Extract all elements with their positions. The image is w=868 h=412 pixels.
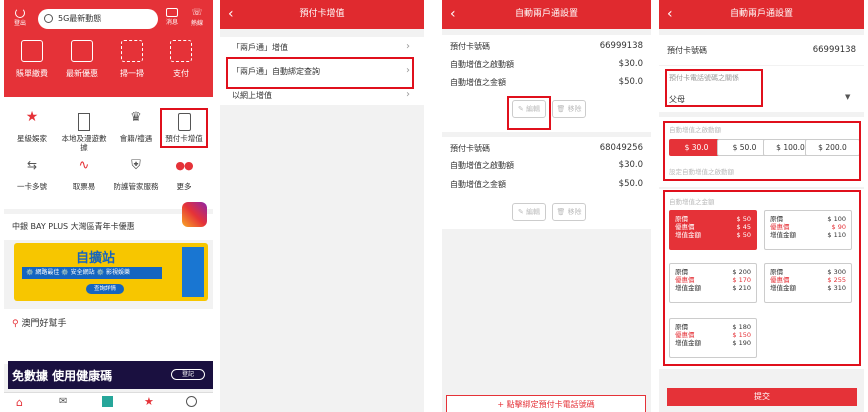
trigger-value: $30.0 xyxy=(618,160,643,170)
home-screen: 登出 5G最新動態 消息 ☏ 熱線 賬單繳費 最新優惠 掃一掃 支付 ★ 星級娛… xyxy=(4,0,213,412)
trigger-label: 自動增值之啟動額 xyxy=(450,60,514,69)
chevron-right-icon: › xyxy=(406,41,410,52)
health-banner[interactable]: 免數據 使用健康碼 登記 xyxy=(8,361,213,389)
amount-label: 自動增值之金額 xyxy=(450,78,506,87)
service-ticket[interactable]: ∿ 取票易 xyxy=(60,158,108,191)
auto-settings-list-screen: ‹ 自動兩戶通設置 預付卡號碼 66999138 自動增值之啟動額 $30.0 … xyxy=(442,0,651,412)
auto-settings-edit-screen: ‹ 自動兩戶通設置 預付卡號碼 66999138 預付卡電話號碼之關係 父母 ▼… xyxy=(659,0,864,412)
prepaid-topup-screen: ‹ 預付卡增值 「兩戶通」增值 › 「兩戶通」自動綁定查詢 › 以網上增值 › xyxy=(220,0,424,412)
power-icon xyxy=(15,8,25,18)
page-title: 自動兩戶通設置 xyxy=(514,9,578,19)
app-icon[interactable] xyxy=(102,396,113,407)
promo-banner[interactable]: 自擴站 ⚙️ 網路最佳 ⚙️ 安全網站 ⚙️ 影視娛樂 查詢詳情 xyxy=(14,243,208,301)
card-number: 68049256 xyxy=(599,143,643,153)
menu-item-two-account[interactable]: 「兩戶通」增值 xyxy=(232,42,288,53)
trigger-label: 自動增值之啟動額 xyxy=(450,161,514,170)
shield-icon: ⛨ xyxy=(131,158,141,173)
star-tab-icon[interactable]: ★ xyxy=(144,395,154,408)
service-multi-number[interactable]: ⇆ 一卡多號 xyxy=(8,158,56,191)
page-title: 預付卡增值 xyxy=(299,9,345,19)
service-protection[interactable]: ⛨ 防護管家服務 xyxy=(112,158,160,191)
card-number: 66999138 xyxy=(599,41,643,51)
back-icon[interactable]: ‹ xyxy=(228,0,234,29)
top-bar: ‹ 自動兩戶通設置 xyxy=(442,0,651,29)
door-graphic xyxy=(182,247,204,297)
remove-button[interactable]: 🗑 移除 xyxy=(552,100,586,118)
bill-icon xyxy=(21,40,43,62)
chat-icon xyxy=(166,8,178,17)
bill-payment-button[interactable]: 賬單繳費 xyxy=(12,40,52,79)
bottom-nav: ⌂ ✉ ★ xyxy=(4,392,213,412)
logout-button[interactable]: 登出 xyxy=(10,8,30,27)
instagram-icon[interactable] xyxy=(182,202,207,227)
amount-label: 自動增值之金額 xyxy=(450,180,506,189)
submit-button[interactable]: 提交 xyxy=(667,388,857,406)
card-label: 預付卡號碼 xyxy=(450,42,490,51)
wave-icon: ∿ xyxy=(78,158,90,173)
remove-button[interactable]: 🗑 移除 xyxy=(552,203,586,221)
top-bar: ‹ 自動兩戶通設置 xyxy=(659,0,864,29)
search-icon xyxy=(44,14,53,23)
back-icon[interactable]: ‹ xyxy=(667,0,673,29)
top-bar: ‹ 預付卡增值 xyxy=(220,0,424,29)
edit-button[interactable]: ✎ 編輯 xyxy=(512,203,546,221)
star-icon: ★ xyxy=(25,109,39,125)
offers-button[interactable]: 最新優惠 xyxy=(62,40,102,79)
page-title: 自動兩戶通設置 xyxy=(729,9,793,19)
hotline-button[interactable]: ☏ 熱線 xyxy=(187,8,207,27)
highlight-box xyxy=(160,108,208,148)
crown-icon: ♛ xyxy=(130,110,142,125)
card-label: 預付卡號碼 xyxy=(450,144,490,153)
card-label: 預付卡號碼 xyxy=(667,46,707,55)
service-membership[interactable]: ♛ 會籍/禮遇 xyxy=(112,110,160,143)
highlight-box xyxy=(663,190,861,366)
amount-value: $50.0 xyxy=(618,77,643,87)
pay-icon xyxy=(170,40,192,62)
card-number: 66999138 xyxy=(812,45,856,55)
service-roaming-data[interactable]: 本地及漫遊數據 xyxy=(60,113,108,152)
service-more[interactable]: ●● 更多 xyxy=(160,159,208,191)
multi-sim-icon: ⇆ xyxy=(26,158,38,172)
document-icon xyxy=(78,113,90,131)
back-icon[interactable]: ‹ xyxy=(450,0,456,29)
chevron-right-icon: › xyxy=(406,89,410,100)
profile-icon[interactable] xyxy=(186,396,197,407)
mail-icon[interactable]: ✉ xyxy=(59,396,67,407)
home-icon[interactable]: ⌂ xyxy=(16,396,23,409)
highlight-box xyxy=(665,69,763,107)
highlight-box xyxy=(226,57,414,89)
pin-icon: ⚲ xyxy=(12,319,19,329)
more-dots-icon: ●● xyxy=(175,159,193,172)
helper-section: ⚲ 澳門好幫手 xyxy=(4,309,213,364)
menu-item-online[interactable]: 以網上增值 xyxy=(232,90,272,101)
dropdown-arrow-icon: ▼ xyxy=(845,93,851,101)
scan-icon xyxy=(121,40,143,62)
service-star-family[interactable]: ★ 星級娛家 xyxy=(8,109,56,143)
offers-icon xyxy=(71,40,93,62)
search-input[interactable]: 5G最新動態 xyxy=(38,9,158,29)
bind-phone-button[interactable]: + 點擊綁定預付卡電話號碼 xyxy=(446,395,646,412)
phone-icon: ☏ xyxy=(191,8,203,18)
amount-value: $50.0 xyxy=(618,179,643,189)
trigger-value: $30.0 xyxy=(618,59,643,69)
scan-button[interactable]: 掃一掃 xyxy=(112,40,152,79)
highlight-box xyxy=(507,96,551,130)
pay-button[interactable]: 支付 xyxy=(161,40,201,79)
highlight-box xyxy=(663,121,861,181)
helper-title: ⚲ 澳門好幫手 xyxy=(12,319,67,329)
messages-button[interactable]: 消息 xyxy=(162,8,182,26)
